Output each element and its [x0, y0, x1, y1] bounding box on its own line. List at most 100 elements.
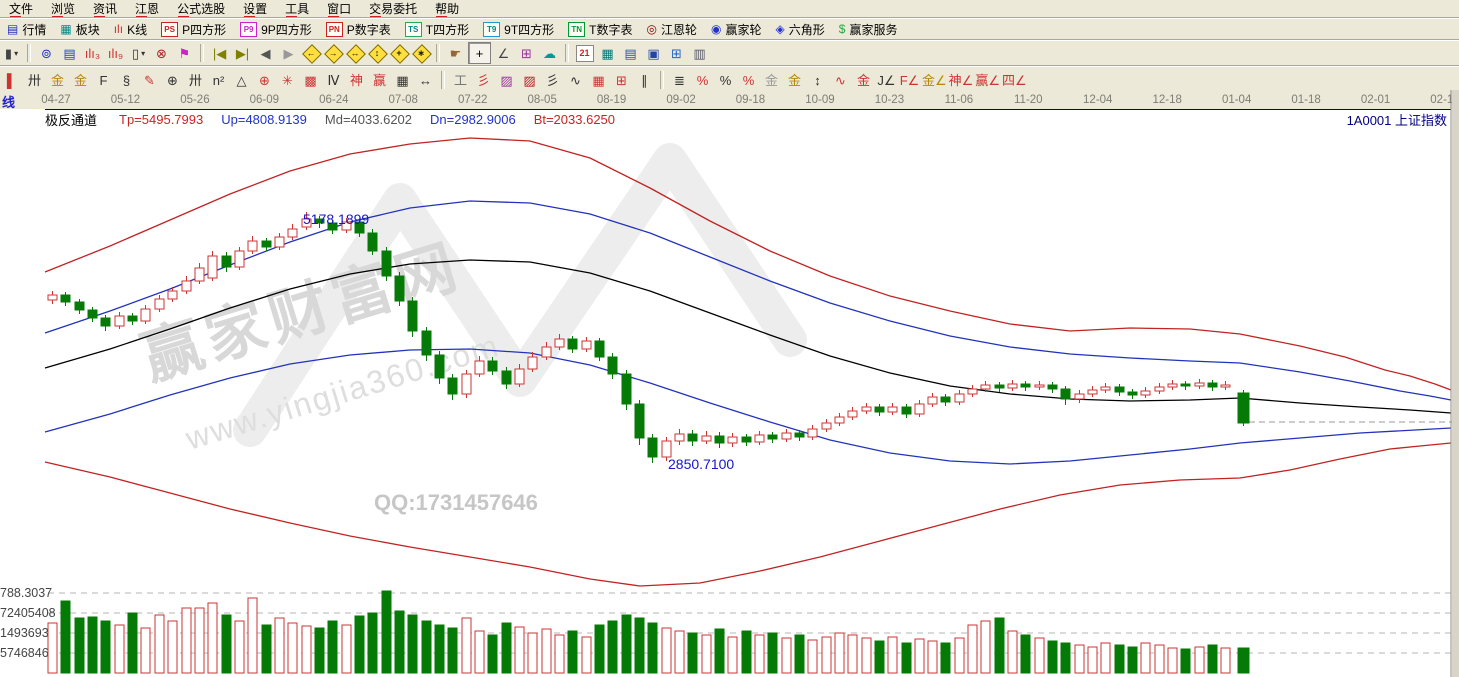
t-number-button[interactable]: TNT数字表 [561, 21, 639, 38]
menu-item-窗口[interactable]: 窗口 [318, 0, 360, 19]
bars-tool[interactable]: ≣ [669, 70, 690, 90]
menu-item-帮助[interactable]: 帮助 [426, 0, 468, 19]
spiral-tool[interactable]: § [116, 70, 137, 90]
menu-item-文件[interactable]: 文件 [0, 0, 42, 19]
clipboard-icon[interactable]: ▤ [59, 43, 80, 63]
zoom-horizontal-button[interactable]: ↔ [346, 44, 364, 62]
candle-period-combo[interactable]: ▯▾ [128, 43, 149, 63]
kline-3-icon[interactable]: ılı₃ [82, 43, 103, 63]
candle-body [1088, 390, 1097, 394]
volume-bar [622, 615, 631, 673]
menu-item-交易委托[interactable]: 交易委托 [360, 0, 426, 19]
calculator-button[interactable]: ▦ [597, 43, 618, 63]
flag-chart-icon[interactable]: ⚑ [174, 43, 195, 63]
circle-target-tool[interactable]: ⊕ [254, 70, 275, 90]
angle-j-tool[interactable]: J∠ [876, 70, 897, 90]
network-icon[interactable]: ⊚ [36, 43, 57, 63]
fan-red-tool[interactable]: 彡 [473, 70, 494, 90]
starburst-tool[interactable]: ✳ [277, 70, 298, 90]
volume-bar [101, 621, 110, 673]
tally-lines-tool[interactable]: 卅 [24, 70, 45, 90]
fan-box-purple-tool[interactable]: ▨ [496, 70, 517, 90]
last-page-button[interactable]: ▶| [232, 43, 253, 63]
tally-dense-tool[interactable]: 卅 [185, 70, 206, 90]
chart-export-button[interactable]: ⊞ [666, 43, 687, 63]
next-button[interactable]: ▶ [278, 43, 299, 63]
menu-item-设置[interactable]: 设置 [234, 0, 276, 19]
percent-line-tool[interactable]: % [738, 70, 759, 90]
ying-comb-tool[interactable]: 赢 [369, 70, 390, 90]
p-square-button[interactable]: PSP四方形 [154, 21, 233, 38]
fan-lines-tool[interactable]: 彡 [542, 70, 563, 90]
kline-pattern-tool[interactable]: Ⅳ [323, 70, 344, 90]
pan-left-button[interactable]: ← [302, 44, 320, 62]
percent-tool[interactable]: % [715, 70, 736, 90]
winner-wheel-button[interactable]: ◉赢家轮 [704, 21, 769, 38]
candle-measure-tool[interactable]: ↕ [807, 70, 828, 90]
fan-box-red-tool[interactable]: ▨ [519, 70, 540, 90]
wave-red-tool[interactable]: ∿ [830, 70, 851, 90]
p9-square-button[interactable]: P99P四方形 [233, 21, 319, 38]
grid-tool-button[interactable]: ⊞ [516, 43, 537, 63]
circle-degrees-tool[interactable]: ⊕ [162, 70, 183, 90]
ruler-123-tool[interactable]: ▦ [392, 70, 413, 90]
zigzag-tool[interactable]: ∿ [565, 70, 586, 90]
percent-red-tool[interactable]: % [692, 70, 713, 90]
gold-comb-tool-2[interactable]: 金 [70, 70, 91, 90]
candle-body [1115, 387, 1124, 392]
angle-ying-tool[interactable]: 赢∠ [975, 70, 1000, 90]
ibeam-grid-tool[interactable]: 工 [450, 70, 471, 90]
zoom-vertical-button[interactable]: ↕ [368, 44, 386, 62]
angle-shen-tool[interactable]: 神∠ [949, 70, 974, 90]
hexagon-button[interactable]: ◈六角形 [769, 21, 832, 38]
pan-right-button[interactable]: → [324, 44, 342, 62]
first-page-button[interactable]: |◀ [209, 43, 230, 63]
n-squared-tool[interactable]: n² [208, 70, 229, 90]
width-measure-tool[interactable]: ↔ [415, 70, 436, 90]
coin-gold-tool[interactable]: 金 [784, 70, 805, 90]
gold-red-tool[interactable]: 金 [853, 70, 874, 90]
parallel-lines-tool[interactable]: ∥ [634, 70, 655, 90]
menu-item-公式选股[interactable]: 公式选股 [168, 0, 234, 19]
menu-item-资讯[interactable]: 资讯 [84, 0, 126, 19]
shen-comb-tool[interactable]: 神 [346, 70, 367, 90]
brain-icon[interactable]: ☁ [539, 43, 560, 63]
p-number-button[interactable]: PNP数字表 [319, 21, 398, 38]
f-comb-tool[interactable]: F [93, 70, 114, 90]
angle-si-tool[interactable]: 四∠ [1002, 70, 1027, 90]
prev-button[interactable]: ◀ [255, 43, 276, 63]
chart-type-combo[interactable]: ▮▾ [1, 43, 22, 63]
save-button[interactable]: ▣ [643, 43, 664, 63]
zoom-in-button[interactable]: + [390, 44, 408, 62]
angle-f-tool[interactable]: F∠ [899, 70, 920, 90]
grid-fine-tool[interactable]: ▦ [588, 70, 609, 90]
blocks-button[interactable]: ▦板块 [53, 21, 106, 38]
brush-tool[interactable]: ▌ [1, 70, 22, 90]
gann-wheel-button[interactable]: ◎江恩轮 [640, 21, 705, 38]
menu-item-江恩[interactable]: 江恩 [126, 0, 168, 19]
winner-service-button[interactable]: $赢家服务 [832, 21, 905, 38]
angle-gold-tool[interactable]: 金∠ [922, 70, 947, 90]
grid-box-tool[interactable]: ▩ [300, 70, 321, 90]
coin-gray-tool[interactable]: 金 [761, 70, 782, 90]
t9-square-button[interactable]: T99T四方形 [476, 21, 561, 38]
notepad-button[interactable]: ▤ [620, 43, 641, 63]
angle-tool-button[interactable]: ∠ [493, 43, 514, 63]
crosshair-tool-button[interactable]: + [468, 42, 491, 64]
kline-9-icon[interactable]: ılı₉ [105, 43, 126, 63]
zoom-all-button[interactable]: ∗ [412, 44, 430, 62]
candle-body [128, 316, 137, 321]
print-button[interactable]: ▥ [689, 43, 710, 63]
kline-button[interactable]: ılıK线 [107, 21, 154, 38]
gold-comb-tool-1[interactable]: 金 [47, 70, 68, 90]
angle-flag-tool[interactable]: △ [231, 70, 252, 90]
calendar-button[interactable]: 21 [574, 43, 595, 63]
hand-tool-button[interactable]: ☛ [445, 43, 466, 63]
ornament-icon[interactable]: ⊗ [151, 43, 172, 63]
t-square-button[interactable]: TST四方形 [398, 21, 476, 38]
quotes-button[interactable]: ▤行情 [0, 21, 53, 38]
menu-item-工具[interactable]: 工具 [276, 0, 318, 19]
menu-item-浏览[interactable]: 浏览 [42, 0, 84, 19]
pen-tool[interactable]: ✎ [139, 70, 160, 90]
grid-axis-tool[interactable]: ⊞ [611, 70, 632, 90]
